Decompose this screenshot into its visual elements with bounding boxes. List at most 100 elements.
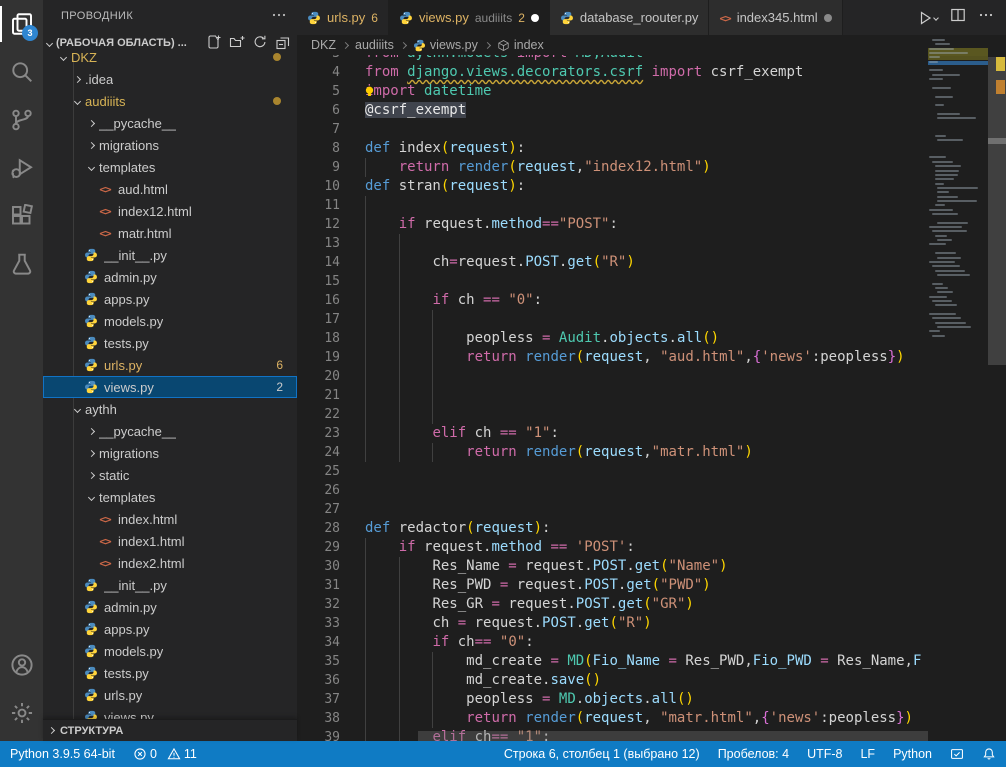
code-line-20[interactable]: 20	[297, 367, 928, 386]
code-line-10[interactable]: 10def stran(request):	[297, 177, 928, 196]
code-line-19[interactable]: 19 return render(request, "aud.html",{'n…	[297, 348, 928, 367]
tree-item-__init__.py[interactable]: __init__.py	[43, 244, 297, 266]
tree-item-views.py[interactable]: views.py	[43, 706, 297, 719]
tab-index345.html[interactable]: <>index345.html	[709, 0, 842, 35]
cursor-position-status[interactable]: Строка 6, столбец 1 (выбрано 12)	[504, 747, 700, 761]
tree-item-index2.html[interactable]: <>index2.html	[43, 552, 297, 574]
tree-item-__init__.py[interactable]: __init__.py	[43, 574, 297, 596]
code-line-31[interactable]: 31 Res_PWD = request.POST.get("PWD")	[297, 576, 928, 595]
code-line-23[interactable]: 23 elif ch == "1":	[297, 424, 928, 443]
tree-item-static[interactable]: static	[43, 464, 297, 486]
code-line-25[interactable]: 25	[297, 462, 928, 481]
more-actions-icon[interactable]	[978, 7, 994, 28]
tree-item-migrations[interactable]: migrations	[43, 134, 297, 156]
breadcrumb-item-views.py[interactable]: views.py	[413, 38, 478, 52]
breadcrumb-item-DKZ[interactable]: DKZ	[311, 38, 336, 52]
eol-status[interactable]: LF	[860, 747, 875, 761]
tree-item-__pycache__[interactable]: __pycache__	[43, 112, 297, 134]
tree-item-templates[interactable]: templates	[43, 156, 297, 178]
tree-item-admin.py[interactable]: admin.py	[43, 266, 297, 288]
account-icon-button[interactable]	[0, 641, 43, 689]
scrollbar-slider[interactable]	[988, 57, 1006, 365]
vertical-scrollbar[interactable]	[988, 35, 1006, 741]
tree-item-urls.py[interactable]: urls.py6	[43, 354, 297, 376]
code-line-15[interactable]: 15	[297, 272, 928, 291]
code-area[interactable]: 3from aythh.models import MD,Audit 4from…	[297, 44, 928, 741]
code-line-37[interactable]: 37 peopless = MD.objects.all()	[297, 690, 928, 709]
explorer-more-icon[interactable]	[271, 7, 287, 26]
tree-item-templates[interactable]: templates	[43, 486, 297, 508]
tree-item-views.py[interactable]: views.py2	[43, 376, 297, 398]
tree-item-audiiits[interactable]: audiiits	[43, 90, 297, 112]
code-line-36[interactable]: 36 md_create.save()	[297, 671, 928, 690]
code-line-5[interactable]: 5import datetime	[297, 82, 928, 101]
code-line-4[interactable]: 4from django.views.decorators.csrf impor…	[297, 63, 928, 82]
tab-urls.py[interactable]: urls.py6	[297, 0, 389, 35]
tree-item-models.py[interactable]: models.py	[43, 640, 297, 662]
horizontal-scrollbar[interactable]	[418, 731, 978, 741]
code-line-26[interactable]: 26	[297, 481, 928, 500]
tree-item-migrations[interactable]: migrations	[43, 442, 297, 464]
tab-database_roouter.py[interactable]: database_roouter.py	[550, 0, 710, 35]
code-line-18[interactable]: 18 peopless = Audit.objects.all()	[297, 329, 928, 348]
run-debug-icon-button[interactable]	[0, 144, 43, 192]
code-line-33[interactable]: 33 ch = request.POST.get("R")	[297, 614, 928, 633]
tree-item-aythh[interactable]: aythh	[43, 398, 297, 420]
code-line-12[interactable]: 12 if request.method=="POST":	[297, 215, 928, 234]
code-line-16[interactable]: 16 if ch == "0":	[297, 291, 928, 310]
tree-item-tests.py[interactable]: tests.py	[43, 662, 297, 684]
tree-item-DKZ[interactable]: DKZ	[43, 46, 297, 68]
code-line-6[interactable]: 6@csrf_exempt	[297, 101, 928, 120]
outline-section-header[interactable]: СТРУКТУРА	[43, 719, 297, 741]
tree-item-__pycache__[interactable]: __pycache__	[43, 420, 297, 442]
notifications-bell-icon[interactable]	[982, 747, 996, 761]
minimap[interactable]	[928, 35, 988, 741]
code-line-38[interactable]: 38 return render(request, "matr.html",{'…	[297, 709, 928, 728]
tree-item-tests.py[interactable]: tests.py	[43, 332, 297, 354]
explorer-icon-button[interactable]: 3	[0, 0, 43, 48]
code-line-9[interactable]: 9 return render(request,"index12.html")	[297, 158, 928, 177]
code-line-29[interactable]: 29 if request.method == 'POST':	[297, 538, 928, 557]
code-line-14[interactable]: 14 ch=request.POST.get("R")	[297, 253, 928, 272]
dirty-indicator-dot[interactable]	[824, 14, 832, 22]
code-line-35[interactable]: 35 md_create = MD(Fio_Name = Res_PWD,Fio…	[297, 652, 928, 671]
tab-views.py[interactable]: views.pyaudiiits2	[389, 0, 550, 35]
tree-item-index.html[interactable]: <>index.html	[43, 508, 297, 530]
code-line-22[interactable]: 22	[297, 405, 928, 424]
search-icon-button[interactable]	[0, 48, 43, 96]
code-line-8[interactable]: 8def index(request):	[297, 139, 928, 158]
tree-item-apps.py[interactable]: apps.py	[43, 288, 297, 310]
code-line-34[interactable]: 34 if ch== "0":	[297, 633, 928, 652]
code-line-13[interactable]: 13	[297, 234, 928, 253]
tree-item-apps.py[interactable]: apps.py	[43, 618, 297, 640]
tree-item-aud.html[interactable]: <>aud.html	[43, 178, 297, 200]
feedback-icon[interactable]	[950, 747, 964, 761]
code-line-7[interactable]: 7	[297, 120, 928, 139]
code-line-17[interactable]: 17	[297, 310, 928, 329]
tree-item-admin.py[interactable]: admin.py	[43, 596, 297, 618]
language-mode-status[interactable]: Python	[893, 747, 932, 761]
source-control-icon-button[interactable]	[0, 96, 43, 144]
code-line-11[interactable]: 11	[297, 196, 928, 215]
problems-status[interactable]: 0 11	[133, 747, 197, 761]
lightbulb-icon[interactable]	[363, 85, 376, 98]
tree-item-urls.py[interactable]: urls.py	[43, 684, 297, 706]
settings-icon-button[interactable]	[0, 689, 43, 737]
tree-item-.idea[interactable]: .idea	[43, 68, 297, 90]
run-python-file-button[interactable]	[917, 10, 938, 26]
code-line-24[interactable]: 24 return render(request,"matr.html")	[297, 443, 928, 462]
code-line-21[interactable]: 21	[297, 386, 928, 405]
extensions-icon-button[interactable]	[0, 192, 43, 240]
breadcrumb-item-audiiits[interactable]: audiiits	[355, 38, 394, 52]
breadcrumb-item-index[interactable]: index	[497, 38, 544, 52]
code-line-27[interactable]: 27	[297, 500, 928, 519]
python-interpreter-status[interactable]: Python 3.9.5 64-bit	[10, 747, 115, 761]
encoding-status[interactable]: UTF-8	[807, 747, 842, 761]
testing-icon-button[interactable]	[0, 240, 43, 288]
indentation-status[interactable]: Пробелов: 4	[718, 747, 789, 761]
split-editor-icon[interactable]	[950, 7, 966, 28]
code-line-28[interactable]: 28def redactor(request):	[297, 519, 928, 538]
tree-item-models.py[interactable]: models.py	[43, 310, 297, 332]
tree-item-index1.html[interactable]: <>index1.html	[43, 530, 297, 552]
dirty-indicator-dot[interactable]	[531, 14, 539, 22]
